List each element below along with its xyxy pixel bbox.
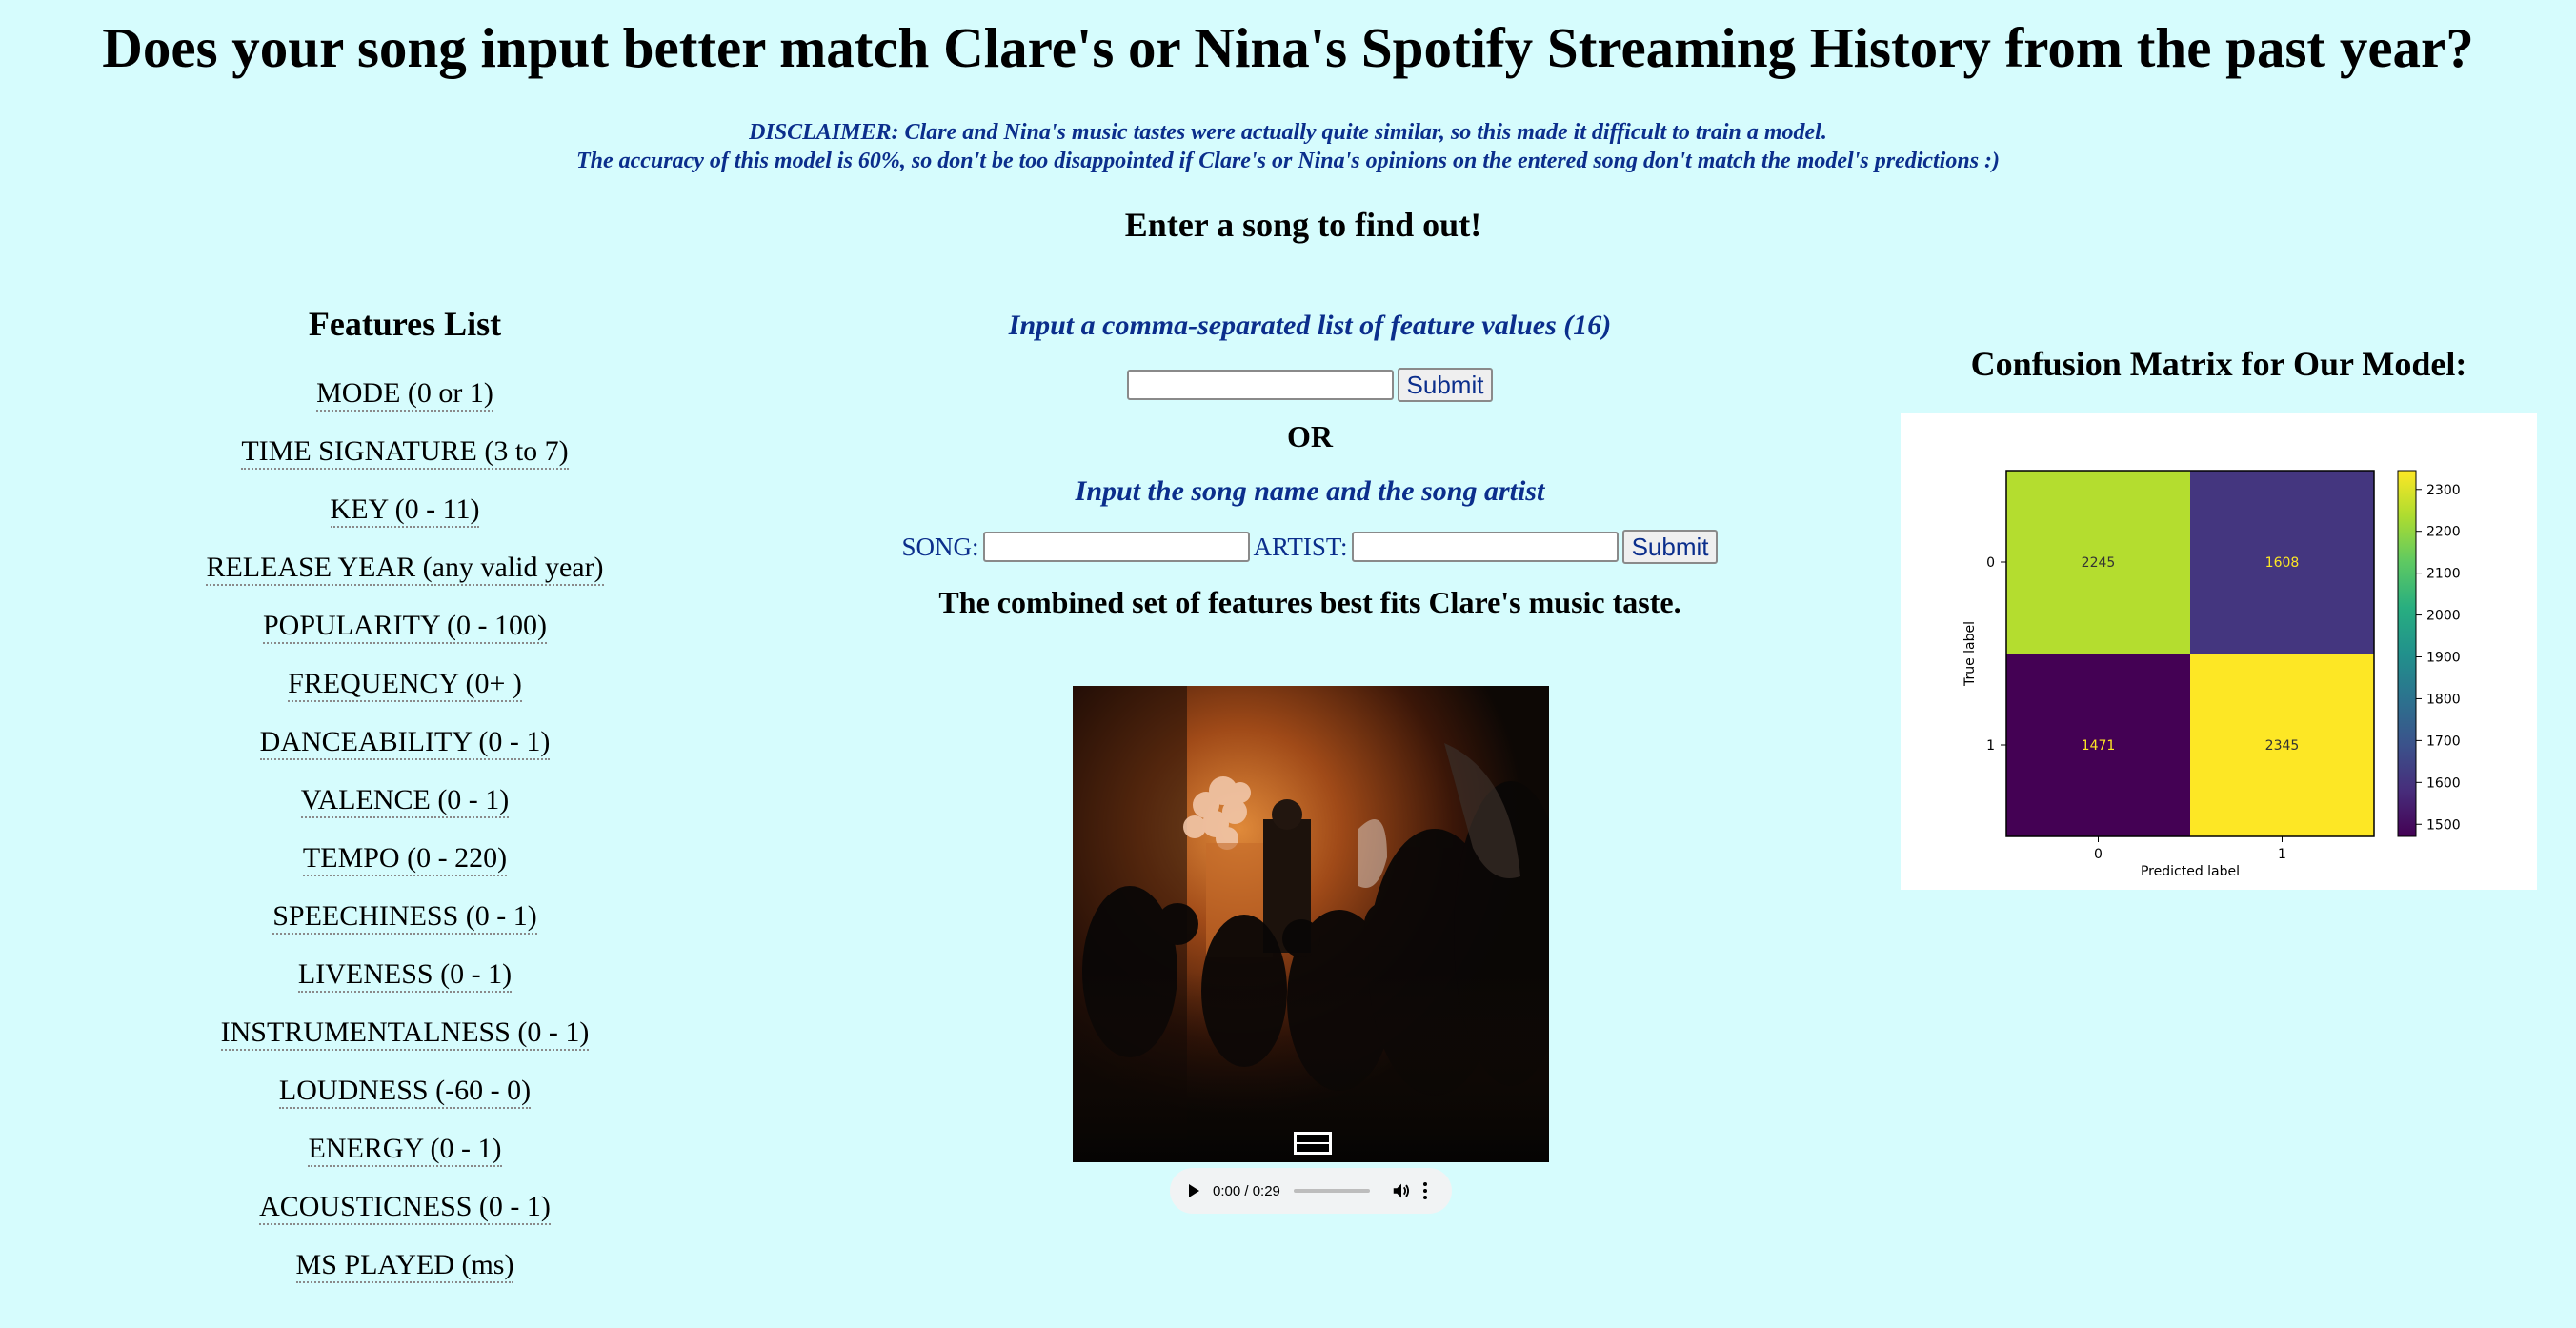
song-artist-form: SONG: ARTIST: Submit	[891, 530, 1729, 564]
y-axis-label: True label	[1962, 621, 1978, 687]
matrix-cell-label: 2345	[2265, 738, 2300, 754]
feature-item-popularity: POPULARITY (0 - 100)	[119, 596, 691, 654]
feature-values-submit-button[interactable]: Submit	[1397, 368, 1494, 402]
colorbar-tick-label: 1900	[2426, 651, 2461, 666]
audio-player: 0:00 / 0:29	[1170, 1168, 1452, 1214]
colorbar-tick-label: 2100	[2426, 567, 2461, 582]
volume-icon[interactable]	[1391, 1180, 1412, 1201]
colorbar-tick-label: 1700	[2426, 734, 2461, 749]
feature-item-key: KEY (0 - 11)	[119, 480, 691, 538]
feature-label[interactable]: LOUDNESS (-60 - 0)	[278, 1075, 532, 1109]
x-axis-ticks: 01	[2094, 836, 2286, 862]
confusion-matrix-title: Confusion Matrix for Our Model:	[1970, 345, 2467, 383]
audio-progress-slider[interactable]	[1293, 1189, 1370, 1193]
feature-label[interactable]: MS PLAYED (ms)	[295, 1249, 514, 1283]
colorbar-tick-label: 2000	[2426, 609, 2461, 624]
features-panel: Features List MODE (0 or 1) TIME SIGNATU…	[119, 301, 691, 1294]
x-axis-label: Predicted label	[2141, 864, 2240, 879]
disclaimer-line-1: DISCLAIMER: Clare and Nina's music taste…	[749, 120, 1827, 145]
feature-item-frequency: FREQUENCY (0+ )	[119, 654, 691, 713]
feature-label[interactable]: ENERGY (0 - 1)	[308, 1133, 502, 1167]
feature-label[interactable]: SPEECHINESS (0 - 1)	[272, 900, 537, 935]
album-cover-image	[1073, 686, 1549, 1162]
feature-item-mode: MODE (0 or 1)	[119, 364, 691, 422]
x-tick-label: 1	[2278, 847, 2286, 862]
y-axis-ticks: 01	[1986, 555, 2006, 754]
feature-item-acousticness: ACOUSTICNESS (0 - 1)	[119, 1177, 691, 1236]
feature-item-speechiness: SPEECHINESS (0 - 1)	[119, 887, 691, 945]
matrix-cell-label: 2245	[2082, 555, 2116, 571]
song-name-input[interactable]	[982, 532, 1250, 562]
song-artist-submit-button[interactable]: Submit	[1621, 530, 1719, 564]
features-heading: Features List	[308, 305, 502, 343]
feature-label[interactable]: POPULARITY (0 - 100)	[262, 610, 548, 644]
feature-item-time-signature: TIME SIGNATURE (3 to 7)	[119, 422, 691, 480]
parental-advisory-icon	[1294, 1132, 1332, 1155]
feature-item-loudness: LOUDNESS (-60 - 0)	[119, 1061, 691, 1119]
x-tick-label: 0	[2094, 847, 2103, 862]
colorbar-tick-label: 1600	[2426, 775, 2461, 791]
feature-label[interactable]: TEMPO (0 - 220)	[302, 842, 508, 876]
feature-label[interactable]: VALENCE (0 - 1)	[300, 784, 510, 818]
feature-list: MODE (0 or 1) TIME SIGNATURE (3 to 7) KE…	[119, 364, 691, 1294]
matrix-cell-label: 1471	[2082, 738, 2116, 754]
feature-item-liveness: LIVENESS (0 - 1)	[119, 945, 691, 1003]
colorbar-tick-label: 1500	[2426, 817, 2461, 833]
matrix-cell-label: 1608	[2265, 555, 2300, 571]
feature-label[interactable]: FREQUENCY (0+ )	[288, 668, 522, 702]
feature-label[interactable]: RELEASE YEAR (any valid year)	[206, 552, 604, 586]
feature-item-tempo: TEMPO (0 - 220)	[119, 829, 691, 887]
disclaimer: DISCLAIMER: Clare and Nina's music taste…	[0, 118, 2576, 175]
feature-item-ms-played: MS PLAYED (ms)	[119, 1236, 691, 1294]
feature-values-input[interactable]	[1126, 370, 1394, 400]
colorbar-tick-label: 1800	[2426, 692, 2461, 707]
feature-values-form: Submit	[891, 368, 1729, 402]
song-artist-prompt: Input the song name and the song artist	[1075, 475, 1545, 507]
confusion-matrix-svg: 2245 16081471 2345 01 01 Predicted label T…	[1962, 470, 2461, 879]
enter-song-heading: Enter a song to find out!	[1124, 206, 1482, 244]
audio-time-display: 0:00 / 0:29	[1213, 1182, 1280, 1199]
feature-item-danceability: DANCEABILITY (0 - 1)	[119, 713, 691, 771]
colorbar-ticks: 1500 1600 1700 1800 1900 2000 2100 2200 2300	[2416, 483, 2461, 833]
feature-item-release-year: RELEASE YEAR (any valid year)	[119, 538, 691, 596]
disclaimer-line-2: The accuracy of this model is 60%, so do…	[575, 149, 2001, 173]
confusion-matrix-cells: 2245 1608 1471 2345	[2006, 471, 2374, 836]
feature-label[interactable]: MODE (0 or 1)	[316, 377, 493, 412]
page-title: Does your song input better match Clare'…	[102, 16, 2474, 79]
feature-label[interactable]: DANCEABILITY (0 - 1)	[259, 726, 551, 760]
prediction-result: The combined set of features best fits C…	[938, 585, 1681, 619]
y-tick-label: 1	[1986, 738, 1995, 754]
song-field-label: SONG:	[901, 533, 979, 561]
feature-values-prompt: Input a comma-separated list of feature …	[1008, 310, 1612, 341]
feature-label[interactable]: LIVENESS (0 - 1)	[297, 958, 513, 993]
confusion-matrix-chart: 2245 1608 1471 2345 01 01 Predicted label T…	[1901, 413, 2537, 890]
feature-label[interactable]: TIME SIGNATURE (3 to 7)	[241, 435, 569, 470]
feature-item-energy: ENERGY (0 - 1)	[119, 1119, 691, 1177]
feature-label[interactable]: INSTRUMENTALNESS (0 - 1)	[220, 1016, 590, 1051]
artist-field-label: ARTIST:	[1253, 533, 1348, 561]
input-panel: Input a comma-separated list of feature …	[891, 301, 1729, 623]
album-cover-drawing	[1073, 686, 1549, 1162]
more-options-icon[interactable]	[1422, 1182, 1427, 1199]
feature-label[interactable]: KEY (0 - 11)	[330, 493, 480, 528]
or-separator: OR	[1287, 419, 1333, 453]
colorbar-tick-label: 2300	[2426, 483, 2461, 498]
y-tick-label: 0	[1986, 555, 1995, 571]
feature-item-instrumentalness: INSTRUMENTALNESS (0 - 1)	[119, 1003, 691, 1061]
colorbar-tick-label: 2200	[2426, 525, 2461, 540]
colorbar	[2397, 470, 2417, 837]
feature-item-valence: VALENCE (0 - 1)	[119, 771, 691, 829]
feature-label[interactable]: ACOUSTICNESS (0 - 1)	[259, 1191, 551, 1225]
artist-name-input[interactable]	[1351, 532, 1619, 562]
play-icon[interactable]	[1189, 1184, 1199, 1197]
